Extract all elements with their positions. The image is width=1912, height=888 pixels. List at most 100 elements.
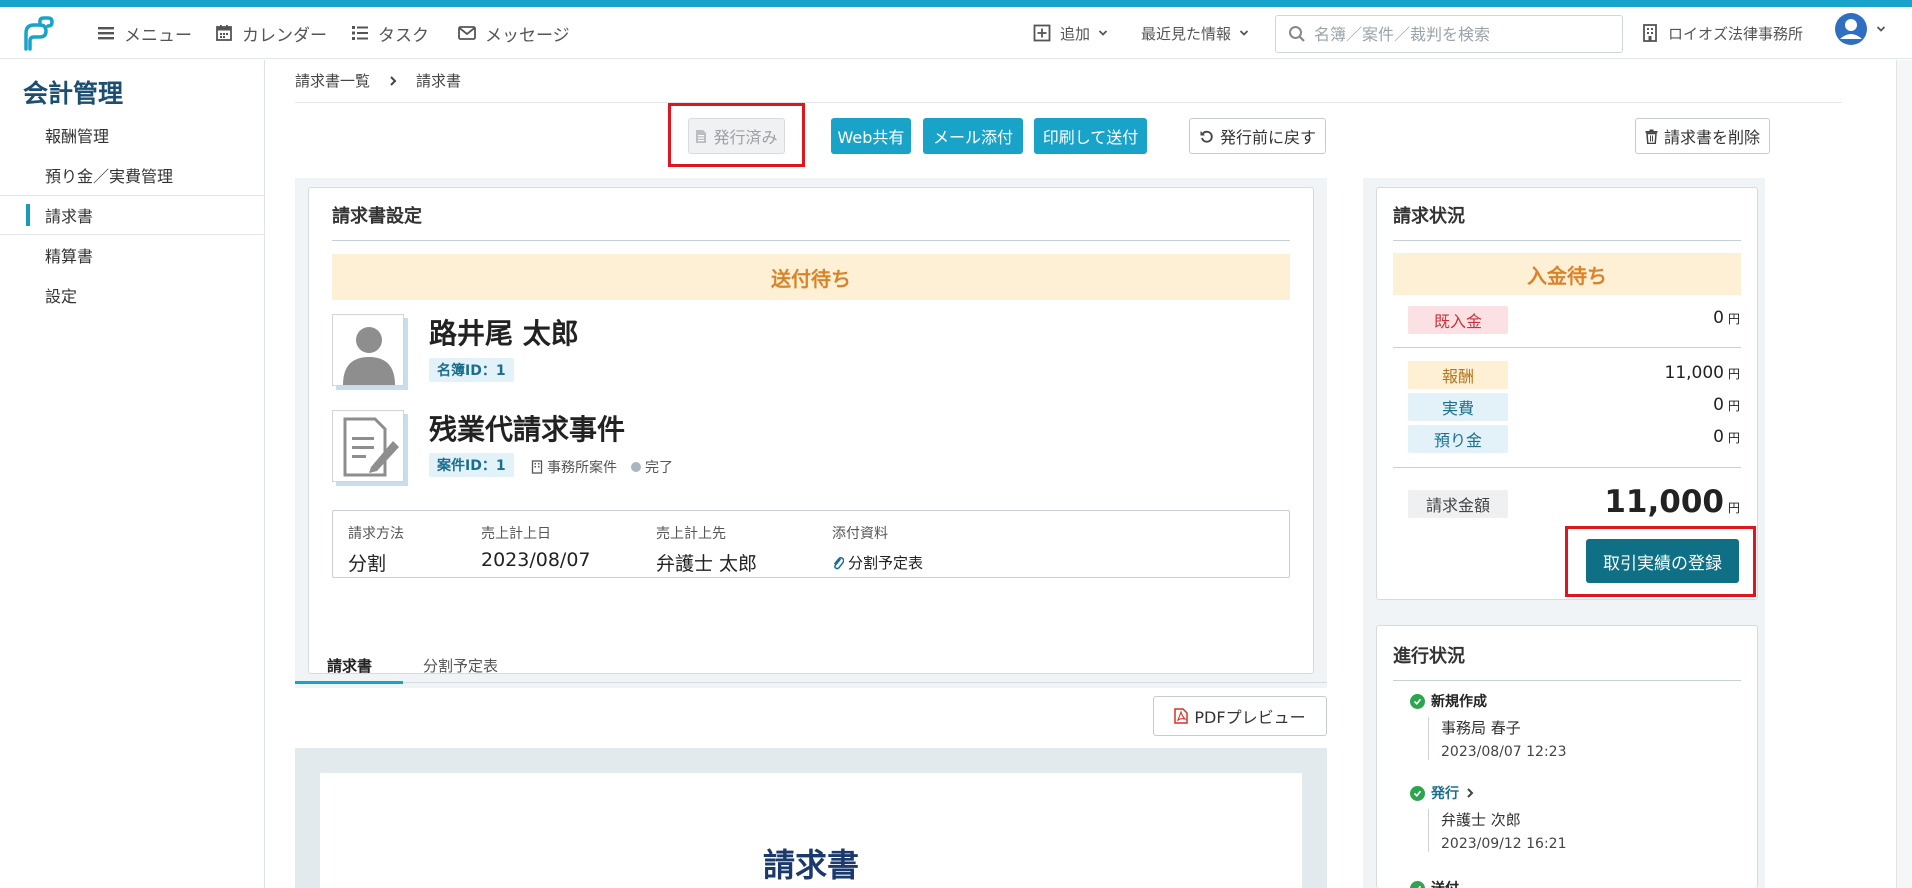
register-transaction-label: 取引実績の登録 [1603, 553, 1722, 574]
page-scrollbar[interactable] [1896, 60, 1912, 888]
delete-invoice-button[interactable]: 請求書を削除 [1635, 118, 1770, 154]
top-accent-stripe [0, 0, 1912, 7]
attachment-label: 添付資料 [832, 526, 888, 542]
case-type-label: 事務所案件 [547, 460, 617, 476]
building-icon [1643, 24, 1657, 42]
step-date: 2023/08/07 12:23 [1441, 744, 1567, 760]
chevron-down-icon [1876, 26, 1886, 32]
case-name[interactable]: 残業代請求事件 [429, 408, 625, 448]
nav-calendar-label: カレンダー [242, 25, 327, 46]
tab-invoice[interactable]: 請求書 [327, 655, 372, 676]
progress-step-created: 新規作成 事務局 春子 2023/08/07 12:23 [1410, 691, 1567, 760]
deposit-value: 0 [1713, 427, 1724, 447]
sidebar-item-label: 精算書 [45, 247, 94, 266]
main-content: 請求書一覧 請求書 発行済み Web共有 メール添付 印刷して送付 発行前に戻す… [265, 60, 1912, 888]
attachment-link[interactable]: 分割予定表 [832, 552, 923, 573]
breadcrumb-parent-link[interactable]: 請求書一覧 [295, 70, 370, 91]
step-person: 事務局 春子 [1441, 719, 1521, 737]
attachment-value: 分割予定表 [848, 554, 924, 572]
payment-status-text: 入金待ち [1527, 263, 1607, 288]
expense-row: 実費 0円 [1408, 393, 1740, 421]
sidebar: 会計管理 報酬管理 預り金／実費管理 請求書 精算書 設定 [0, 60, 265, 888]
web-share-label: Web共有 [837, 128, 905, 147]
user-avatar-icon [1835, 13, 1867, 45]
tab-split-schedule[interactable]: 分割予定表 [423, 655, 498, 676]
office-name: ロイオズ法律事務所 [1668, 24, 1804, 43]
mail-attach-button[interactable]: メール添付 [923, 118, 1023, 154]
web-share-button[interactable]: Web共有 [831, 118, 911, 154]
step-body: 弁護士 次郎 2023/09/12 16:21 [1428, 809, 1567, 852]
hamburger-icon [98, 27, 114, 40]
sidebar-item-label: 報酬管理 [45, 127, 110, 146]
sidebar-item-deposit-expense[interactable]: 預り金／実費管理 [0, 156, 265, 194]
pdf-file-icon [1174, 708, 1189, 724]
global-search[interactable] [1275, 15, 1623, 53]
step-title: 送付 [1410, 878, 1459, 888]
nav-calendar[interactable]: カレンダー [214, 20, 327, 46]
client-id-badge: 名簿ID：1 [429, 358, 514, 382]
send-pending-status-banner: 送付待ち [332, 254, 1290, 300]
received-amount: 0円 [1713, 308, 1740, 328]
envelope-icon [458, 26, 476, 40]
sales-date-field: 売上計上日 2023/08/07 [481, 523, 591, 571]
expense-amount: 0円 [1713, 395, 1740, 415]
sidebar-item-invoice[interactable]: 請求書 [0, 195, 265, 235]
invoice-settings-title: 請求書設定 [332, 206, 422, 227]
nav-menu[interactable]: メニュー [96, 20, 192, 46]
plus-box-icon [1033, 24, 1051, 42]
sidebar-item-label: 設定 [45, 287, 78, 306]
yen-unit: 円 [1727, 431, 1740, 445]
chevron-right-icon [390, 75, 397, 86]
register-transaction-button[interactable]: 取引実績の登録 [1586, 539, 1739, 583]
sidebar-item-settings[interactable]: 設定 [0, 276, 265, 314]
search-input[interactable] [1314, 24, 1604, 44]
office-selector[interactable]: ロイオズ法律事務所 [1640, 20, 1803, 46]
total-row: 請求金額 11,000 円 [1408, 484, 1740, 522]
print-send-button[interactable]: 印刷して送付 [1034, 118, 1147, 154]
sales-dest-value: 弁護士 太郎 [656, 553, 758, 575]
issued-button[interactable]: 発行済み [688, 118, 785, 154]
client-avatar [332, 314, 404, 386]
preview-document-title: 請求書 [762, 846, 859, 884]
fee-label: 報酬 [1408, 361, 1508, 389]
search-icon [1289, 26, 1305, 42]
breadcrumb-current: 請求書 [416, 72, 462, 90]
app-logo-icon[interactable] [18, 15, 58, 55]
pdf-preview-button[interactable]: PDFプレビュー [1153, 696, 1327, 736]
yen-unit: 円 [1727, 399, 1740, 413]
sidebar-item-fee-management[interactable]: 報酬管理 [0, 116, 265, 154]
client-name[interactable]: 路井尾 太郎 [429, 312, 579, 352]
chevron-right-icon [1467, 788, 1474, 798]
check-circle-icon [1410, 785, 1425, 801]
user-menu[interactable] [1834, 13, 1886, 45]
step-person: 弁護士 次郎 [1441, 811, 1521, 829]
step-title[interactable]: 発行 [1410, 783, 1567, 803]
method-label: 請求方法 [348, 526, 404, 542]
add-dropdown[interactable]: 追加 [1032, 20, 1108, 46]
chevron-down-icon [1098, 30, 1108, 36]
nav-menu-label: メニュー [124, 25, 192, 46]
recent-dropdown[interactable]: 最近見た情報 [1141, 20, 1249, 46]
nav-task[interactable]: タスク [350, 20, 429, 46]
revert-issue-button[interactable]: 発行前に戻す [1189, 118, 1326, 154]
amount-divider [1393, 467, 1741, 468]
card-divider [1393, 240, 1741, 241]
chevron-down-icon [1239, 30, 1249, 36]
sidebar-item-settlement[interactable]: 精算書 [0, 236, 265, 274]
method-value: 分割 [348, 553, 387, 575]
undo-icon [1200, 130, 1213, 143]
revert-issue-label: 発行前に戻す [1219, 128, 1316, 147]
received-row: 既入金 0円 [1408, 306, 1740, 334]
status-dot-icon [631, 462, 641, 472]
tab-underline [295, 682, 1327, 683]
pdf-preview-page: 請求書 [320, 773, 1302, 888]
delete-invoice-label: 請求書を削除 [1663, 128, 1760, 147]
send-status-text: 送付待ち [771, 266, 851, 291]
nav-message[interactable]: メッセージ [457, 20, 570, 46]
total-amount: 11,000 円 [1604, 484, 1740, 520]
total-value: 11,000 [1604, 484, 1724, 520]
yen-unit: 円 [1727, 312, 1740, 326]
deposit-row: 預り金 0円 [1408, 425, 1740, 453]
document-icon [696, 129, 707, 143]
fee-value: 11,000 [1664, 363, 1724, 383]
